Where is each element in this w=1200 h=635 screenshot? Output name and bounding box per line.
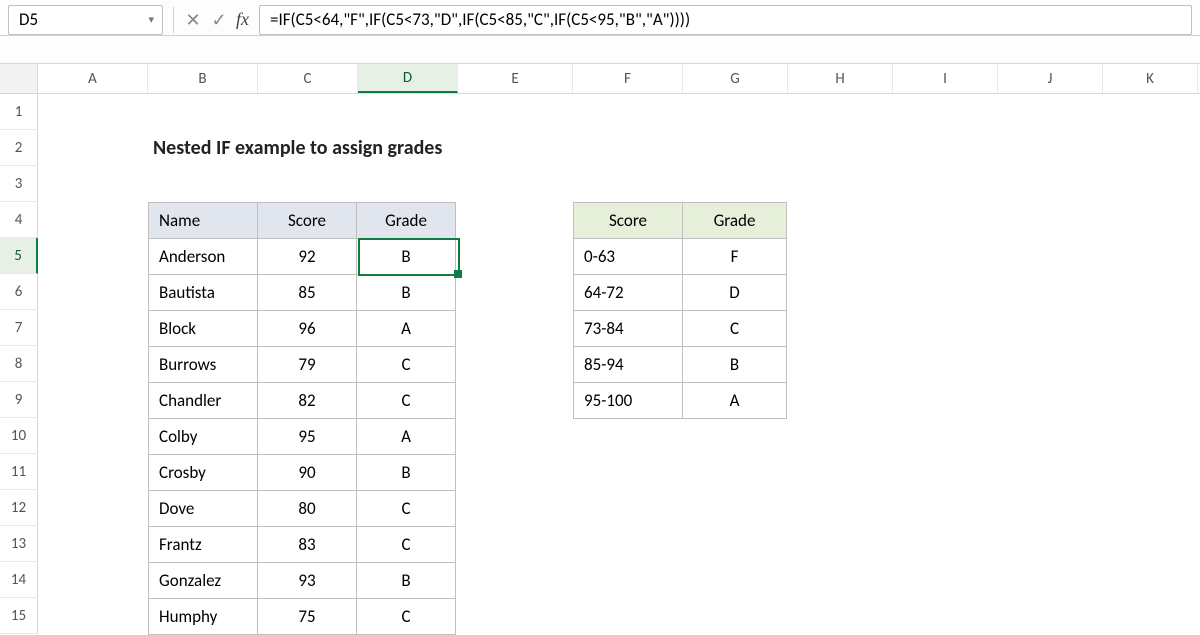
table-row: 64-72D: [574, 275, 787, 311]
row-header[interactable]: 13: [0, 526, 38, 562]
col-header[interactable]: H: [788, 64, 893, 93]
row-header[interactable]: 10: [0, 418, 38, 454]
row-header[interactable]: 6: [0, 274, 38, 310]
col-header[interactable]: B: [148, 64, 258, 93]
col-header[interactable]: A: [38, 64, 148, 93]
row-header[interactable]: 3: [0, 166, 38, 202]
row-header[interactable]: 2: [0, 130, 38, 166]
row-header[interactable]: 4: [0, 202, 38, 238]
col-header[interactable]: I: [893, 64, 998, 93]
row-header[interactable]: 15: [0, 598, 38, 634]
sheet-title: Nested IF example to assign grades: [153, 136, 442, 160]
table-header-row: Score Grade: [574, 203, 787, 239]
table-row: Humphy75C: [149, 599, 456, 635]
row-header[interactable]: 8: [0, 346, 38, 382]
row-header[interactable]: 14: [0, 562, 38, 598]
col-header[interactable]: F: [573, 64, 683, 93]
table-row: Bautista85B: [149, 275, 456, 311]
separator: [173, 7, 174, 33]
table-row: 73-84C: [574, 311, 787, 347]
grades-table: Name Score Grade Anderson92B Bautista85B…: [148, 202, 456, 635]
table-row: Block96A: [149, 311, 456, 347]
row-header[interactable]: 11: [0, 454, 38, 490]
table-row: Chandler82C: [149, 383, 456, 419]
header-score: Score: [258, 203, 357, 239]
table-row: Burrows79C: [149, 347, 456, 383]
name-box-value: D5: [19, 9, 38, 30]
table-row: Colby95A: [149, 419, 456, 455]
chevron-down-icon[interactable]: ▾: [148, 13, 154, 26]
select-all-corner[interactable]: [0, 64, 38, 94]
worksheet-grid: 1 2 3 4 5 6 7 8 9 10 11 12 13 14 15 A B …: [0, 64, 1200, 630]
cancel-icon[interactable]: ✕: [180, 9, 206, 31]
name-box[interactable]: D5 ▾: [8, 5, 163, 35]
cell-canvas[interactable]: Nested IF example to assign grades Name …: [38, 94, 1200, 630]
col-header[interactable]: G: [683, 64, 788, 93]
header-grade: Grade: [683, 203, 787, 239]
row-header[interactable]: 12: [0, 490, 38, 526]
table-row: 0-63F: [574, 239, 787, 275]
ribbon-spacer: [0, 36, 1200, 64]
table-row: Crosby90B: [149, 455, 456, 491]
table-row: Frantz83C: [149, 527, 456, 563]
table-header-row: Name Score Grade: [149, 203, 456, 239]
lookup-table: Score Grade 0-63F 64-72D 73-84C 85-94B 9…: [573, 202, 787, 419]
formula-bar: D5 ▾ ✕ ✓ fx =IF(C5<64,"F",IF(C5<73,"D",I…: [0, 0, 1200, 36]
table-row: Dove80C: [149, 491, 456, 527]
col-header[interactable]: E: [458, 64, 573, 93]
table-row: 95-100A: [574, 383, 787, 419]
col-header[interactable]: J: [998, 64, 1103, 93]
row-header[interactable]: 9: [0, 382, 38, 418]
header-name: Name: [149, 203, 258, 239]
enter-icon[interactable]: ✓: [206, 9, 232, 31]
row-header[interactable]: 1: [0, 94, 38, 130]
row-header[interactable]: 7: [0, 310, 38, 346]
table-row: Anderson92B: [149, 239, 456, 275]
row-header-active[interactable]: 5: [0, 238, 38, 274]
table-row: 85-94B: [574, 347, 787, 383]
fx-icon[interactable]: fx: [232, 9, 259, 30]
table-row: Gonzalez93B: [149, 563, 456, 599]
col-header[interactable]: C: [258, 64, 358, 93]
col-header-active[interactable]: D: [358, 64, 458, 93]
formula-text: =IF(C5<64,"F",IF(C5<73,"D",IF(C5<85,"C",…: [270, 9, 690, 30]
formula-input[interactable]: =IF(C5<64,"F",IF(C5<73,"D",IF(C5<85,"C",…: [259, 5, 1192, 35]
header-score: Score: [574, 203, 683, 239]
col-header[interactable]: K: [1103, 64, 1198, 93]
header-grade: Grade: [357, 203, 456, 239]
